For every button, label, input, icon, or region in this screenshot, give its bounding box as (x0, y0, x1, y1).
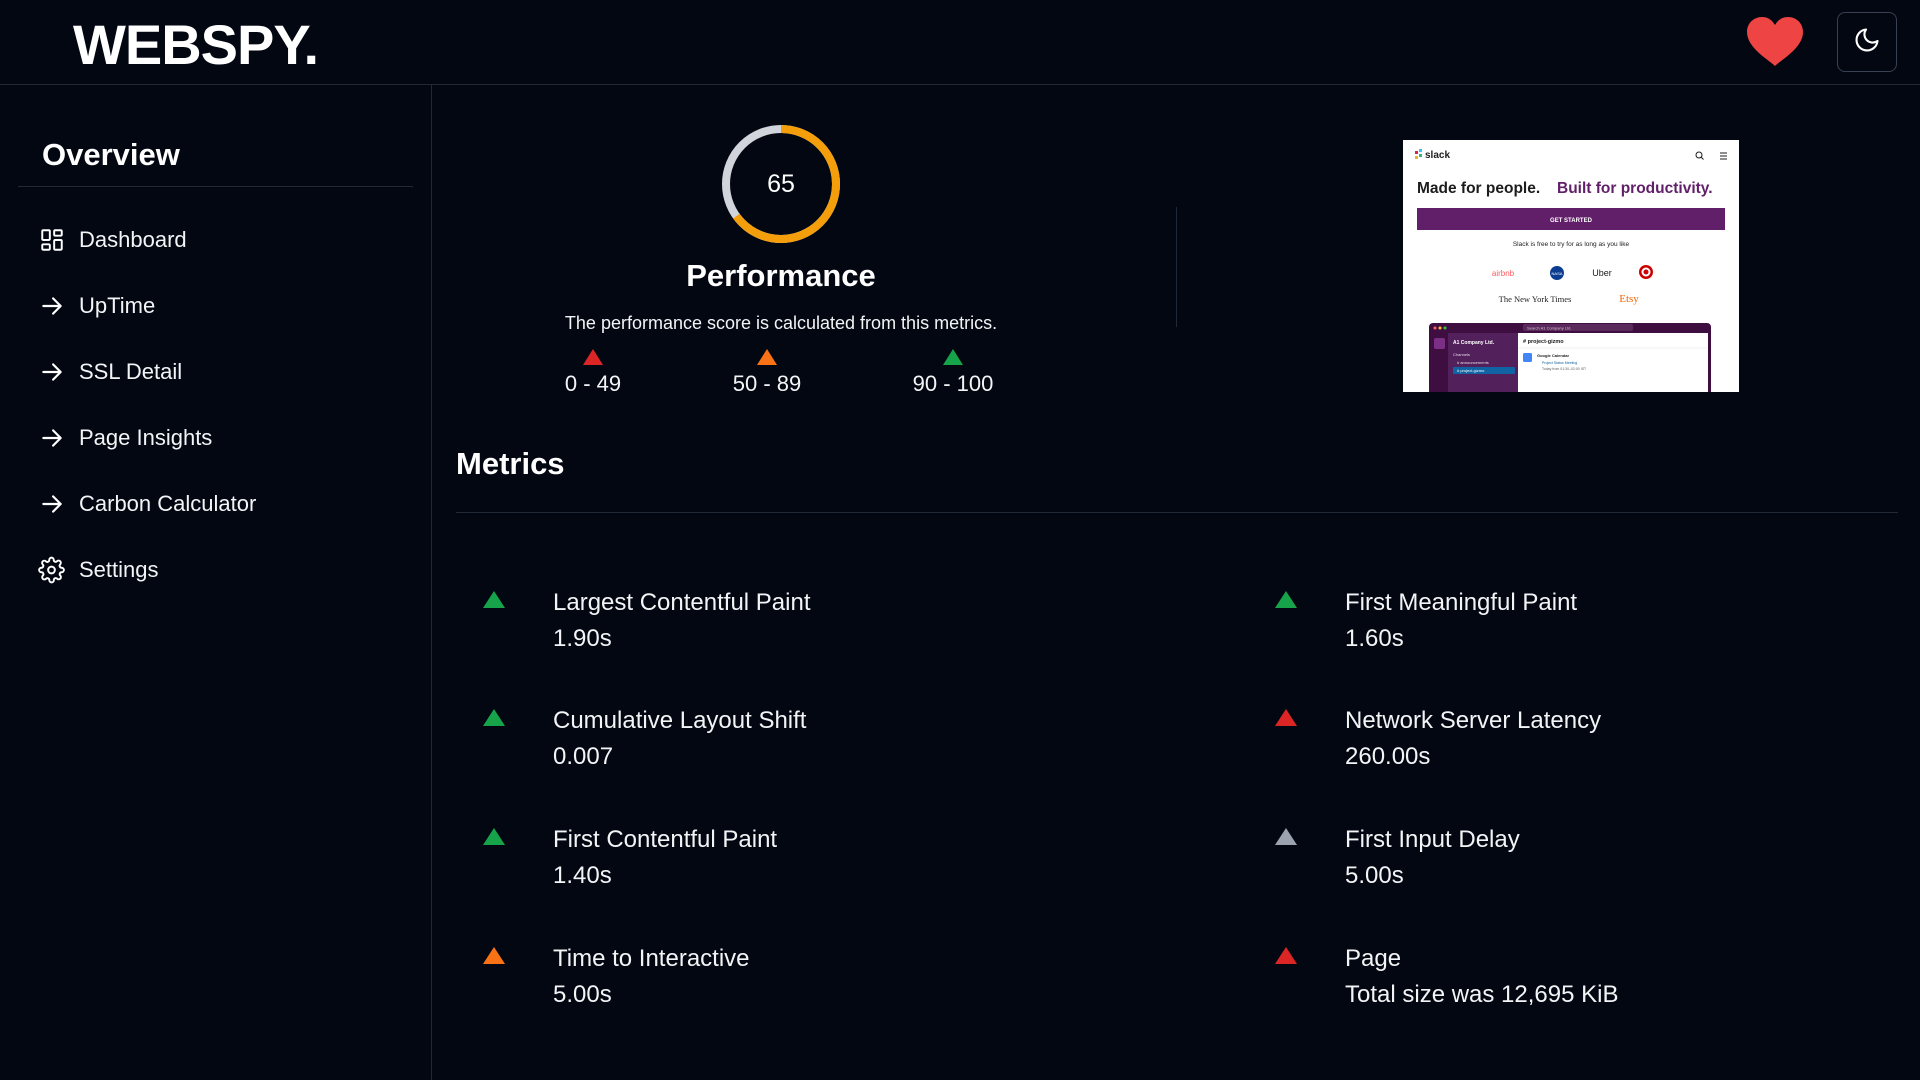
metric-name: Cumulative Layout Shift (553, 707, 807, 734)
metric-item: First Meaningful Paint 1.60s (1275, 589, 1875, 669)
app-logo[interactable]: WEBSPY. (73, 12, 319, 77)
preview-logo-nasa: NASA (1552, 271, 1563, 276)
preview-app-channel: # project-gizmo (1523, 339, 1564, 345)
performance-description: The performance score is calculated from… (564, 313, 998, 333)
preview-headline-b: Built for productivity. (1557, 180, 1713, 197)
metric-value: 5.00s (1345, 862, 1404, 889)
heart-icon[interactable] (1745, 16, 1805, 68)
metric-item: First Contentful Paint 1.40s (483, 826, 1083, 906)
metric-name: First Contentful Paint (553, 826, 778, 853)
sidebar-divider (18, 186, 413, 187)
metric-name: Network Server Latency (1345, 707, 1602, 734)
preview-logo-nyt: The New York Times (1499, 294, 1572, 304)
main-content: 65 Performance The performance score is … (433, 85, 1920, 1080)
metric-name: Time to Interactive (553, 945, 750, 972)
theme-toggle-button[interactable] (1837, 12, 1897, 72)
legend-range: 50 - 89 (732, 371, 802, 396)
performance-title: Performance (686, 258, 876, 293)
triangle-icon (757, 349, 777, 365)
arrow-right-icon (38, 425, 65, 452)
sidebar-item-label: Carbon Calculator (79, 491, 257, 516)
metric-name: First Meaningful Paint (1345, 589, 1578, 616)
legend-range: 0 - 49 (564, 371, 622, 396)
preview-app-channels-label: Channels (1453, 352, 1470, 357)
sidebar-item-label: SSL Detail (79, 359, 183, 384)
performance-score: 65 (767, 169, 795, 198)
preview-app-workspace: A1 Company Ltd. (1453, 340, 1495, 346)
preview-app-channel-2: # project-gizmo (1457, 368, 1485, 373)
arrow-right-icon (38, 491, 65, 518)
preview-app-event-name: Project Status Meeting (1542, 361, 1577, 365)
metric-name: Page (1345, 945, 1402, 972)
triangle-icon (943, 349, 963, 365)
metric-item: Page Total size was 12,695 KiB (1275, 945, 1875, 1025)
sidebar-nav: Dashboard UpTime SSL Detail Page Insight… (38, 207, 418, 603)
gear-icon (38, 556, 65, 584)
metric-item: Time to Interactive 5.00s (483, 945, 1083, 1025)
triangle-icon (483, 947, 505, 964)
metric-value: 1.90s (553, 625, 612, 652)
preview-logo-etsy: Etsy (1619, 293, 1639, 305)
preview-headline-a: Made for people. (1417, 180, 1540, 197)
metric-value: 1.60s (1345, 625, 1404, 652)
vertical-divider (1176, 207, 1177, 327)
moon-icon (1853, 26, 1881, 59)
preview-brand: slack (1425, 150, 1450, 161)
triangle-icon (583, 349, 603, 365)
preview-app-search: Search A1 Company Ltd. (1527, 326, 1571, 331)
triangle-icon (1275, 947, 1297, 964)
metric-value: 260.00s (1345, 743, 1431, 770)
metric-value: Total size was 12,695 KiB (1345, 981, 1619, 1008)
legend-item-good: 90 - 100 (883, 349, 1023, 397)
sidebar-item-dashboard[interactable]: Dashboard (38, 207, 418, 273)
legend-item-poor: 0 - 49 (523, 349, 663, 397)
sidebar-item-carbon-calculator[interactable]: Carbon Calculator (38, 471, 418, 537)
sidebar-item-label: UpTime (79, 293, 156, 318)
triangle-icon (483, 828, 505, 845)
preview-subtext: Slack is free to try for as long as you … (1513, 241, 1630, 248)
arrow-right-icon (38, 293, 65, 320)
preview-app-event-title: Google Calendar (1537, 353, 1569, 358)
metric-name: First Input Delay (1345, 826, 1520, 853)
metrics-title: Metrics (456, 446, 565, 481)
triangle-icon (483, 709, 505, 726)
triangle-icon (1275, 828, 1297, 845)
metric-item: Cumulative Layout Shift 0.007 (483, 707, 1083, 787)
grid-icon (38, 227, 65, 254)
sidebar: Overview Dashboard UpTime SSL Detail Pag… (0, 85, 432, 1080)
metric-item: Network Server Latency 260.00s (1275, 707, 1875, 787)
top-header: WEBSPY. (0, 0, 1920, 85)
preview-logo-uber: Uber (1592, 268, 1612, 278)
preview-cta: GET STARTED (1550, 218, 1593, 224)
metric-value: 5.00s (553, 981, 612, 1008)
metric-name: Largest Contentful Paint (553, 589, 811, 616)
metric-item: Largest Contentful Paint 1.90s (483, 589, 1083, 669)
sidebar-item-settings[interactable]: Settings (38, 537, 418, 603)
legend-item-average: 50 - 89 (697, 349, 837, 397)
metrics-divider (456, 512, 1898, 513)
triangle-icon (1275, 591, 1297, 608)
preview-app-channel-1: # announcements (1457, 360, 1489, 365)
sidebar-item-page-insights[interactable]: Page Insights (38, 405, 418, 471)
triangle-icon (1275, 709, 1297, 726)
metric-value: 1.40s (553, 862, 612, 889)
website-preview: slack Made for people. Built for product… (1403, 140, 1739, 392)
preview-logo-airbnb: airbnb (1492, 269, 1515, 278)
preview-app-event-time: Today from 01:30–02:00 IST (1542, 367, 1587, 371)
sidebar-item-label: Dashboard (79, 227, 187, 252)
sidebar-item-label: Settings (79, 557, 159, 582)
metric-value: 0.007 (553, 743, 614, 770)
sidebar-title: Overview (42, 137, 180, 172)
legend-range: 90 - 100 (912, 371, 994, 396)
triangle-icon (483, 591, 505, 608)
arrow-right-icon (38, 359, 65, 386)
metric-item: First Input Delay 5.00s (1275, 826, 1875, 906)
sidebar-item-ssl-detail[interactable]: SSL Detail (38, 339, 418, 405)
sidebar-item-uptime[interactable]: UpTime (38, 273, 418, 339)
sidebar-item-label: Page Insights (79, 425, 213, 450)
